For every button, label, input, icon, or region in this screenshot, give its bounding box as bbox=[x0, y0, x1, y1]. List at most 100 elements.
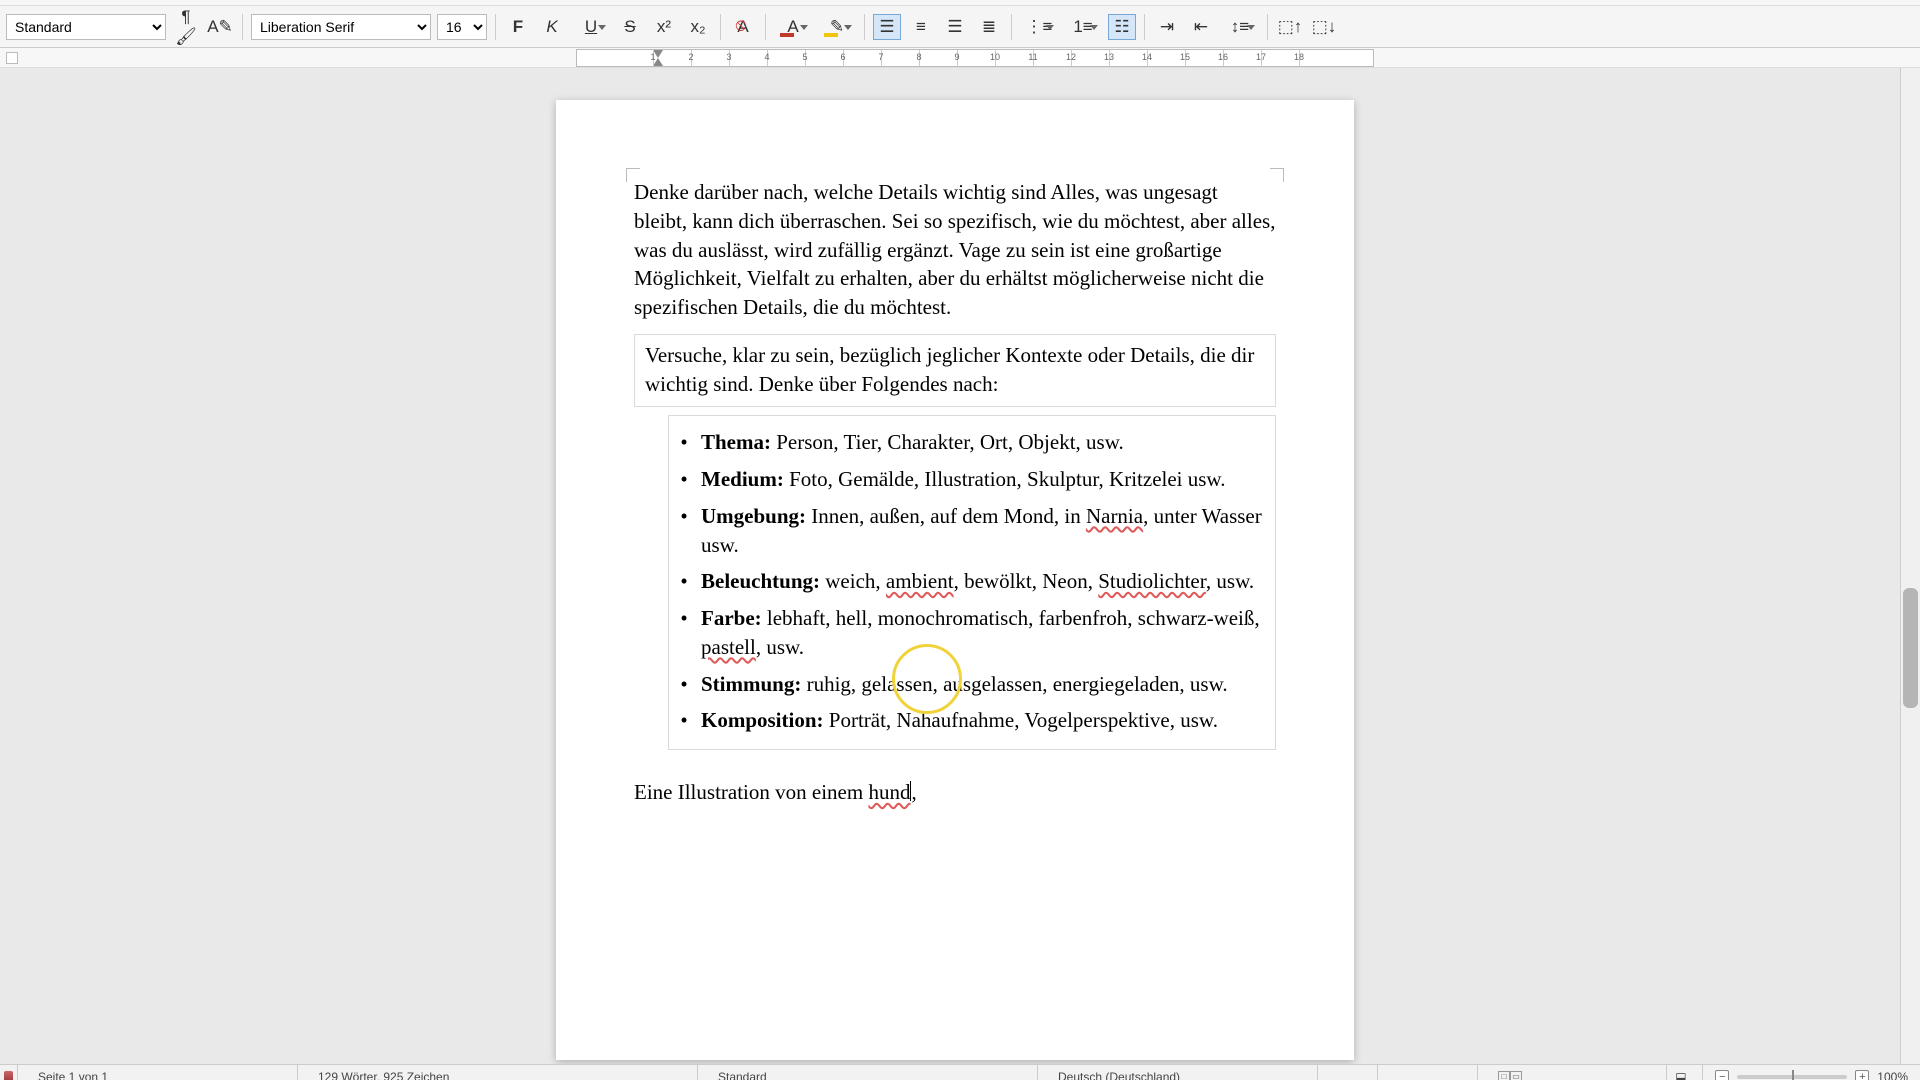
scrollbar-thumb[interactable] bbox=[1903, 588, 1918, 708]
list-item-text[interactable]: Beleuchtung: weich, ambient, bewölkt, Ne… bbox=[701, 567, 1265, 596]
status-selection-mode[interactable] bbox=[1378, 1065, 1478, 1080]
separator bbox=[765, 14, 766, 40]
font-color-button[interactable]: A bbox=[774, 14, 812, 40]
example-post: , bbox=[911, 780, 916, 804]
status-language[interactable]: Deutsch (Deutschland) bbox=[1038, 1065, 1318, 1080]
list-item[interactable]: • Medium: Foto, Gemälde, Illustration, Sk… bbox=[679, 461, 1265, 498]
list-item[interactable]: • Beleuchtung: weich, ambient, bewölkt, N… bbox=[679, 563, 1265, 600]
list-item[interactable]: •Umgebung: Innen, außen, auf dem Mond, i… bbox=[679, 498, 1265, 564]
zoom-out-button[interactable]: − bbox=[1715, 1070, 1729, 1080]
status-insert-mode[interactable] bbox=[1318, 1065, 1378, 1080]
workspace: Denke darüber nach, welche Details wicht… bbox=[0, 68, 1920, 1064]
list-item-label: Thema: bbox=[701, 430, 771, 454]
align-center-button[interactable]: ≡ bbox=[907, 14, 935, 40]
separator bbox=[242, 14, 243, 40]
ruler-label: 6 bbox=[840, 52, 845, 62]
list-item[interactable]: •Farbe: lebhaft, hell, monochromatisch, … bbox=[679, 600, 1265, 666]
zoom-in-button[interactable]: + bbox=[1855, 1070, 1869, 1080]
formatting-toolbar: Standard ¶🖌 A✎ Liberation Serif 16 pt F … bbox=[0, 6, 1920, 48]
increase-para-space-button[interactable]: ⬚↑ bbox=[1276, 14, 1304, 40]
boxed-paragraph[interactable]: Versuche, klar zu sein, bezüglich jeglic… bbox=[634, 334, 1276, 408]
bullet-icon: • bbox=[679, 567, 689, 596]
separator bbox=[720, 14, 721, 40]
ruler-label: 4 bbox=[764, 52, 769, 62]
line-spacing-button[interactable]: ↕≡ bbox=[1221, 14, 1259, 40]
list-item[interactable]: • Stimmung: ruhig, gelassen, ausgelassen,… bbox=[679, 666, 1265, 703]
list-item-label: Farbe: bbox=[701, 606, 762, 630]
increase-indent-button[interactable]: ⇥ bbox=[1153, 14, 1181, 40]
bullet-icon: • bbox=[679, 670, 689, 699]
list-item-text[interactable]: Stimmung: ruhig, gelassen, ausgelassen, … bbox=[701, 670, 1265, 699]
bullet-list-button[interactable]: ⋮≡ bbox=[1020, 14, 1058, 40]
ruler-label: 13 bbox=[1104, 52, 1114, 62]
corner-ruler-icon bbox=[6, 52, 18, 64]
strikethrough-button[interactable]: S bbox=[616, 14, 644, 40]
align-left-button[interactable]: ☰ bbox=[873, 14, 901, 40]
update-style-icon[interactable]: ¶🖌 bbox=[172, 14, 200, 40]
list-item-label: Umgebung: bbox=[701, 504, 806, 528]
superscript-button[interactable]: x² bbox=[650, 14, 678, 40]
separator bbox=[864, 14, 865, 40]
bold-button[interactable]: F bbox=[504, 14, 532, 40]
decrease-para-space-button[interactable]: ⬚↓ bbox=[1310, 14, 1338, 40]
list-item[interactable]: • Komposition: Porträt, Nahaufnahme, Voge… bbox=[679, 702, 1265, 739]
separator bbox=[1267, 14, 1268, 40]
document-body[interactable]: Denke darüber nach, welche Details wicht… bbox=[634, 178, 1276, 807]
ruler-label: 16 bbox=[1218, 52, 1228, 62]
status-style[interactable]: Standard bbox=[698, 1065, 1038, 1080]
ruler-label: 17 bbox=[1256, 52, 1266, 62]
align-right-button[interactable]: ☰ bbox=[941, 14, 969, 40]
underline-button[interactable]: U bbox=[572, 14, 610, 40]
spellcheck-word[interactable]: Narnia bbox=[1086, 504, 1143, 528]
zoom-slider-thumb[interactable] bbox=[1792, 1070, 1794, 1080]
italic-button[interactable]: K bbox=[538, 14, 566, 40]
list-item[interactable]: •Thema: Person, Tier, Charakter, Ort, Ob… bbox=[679, 424, 1265, 461]
spellcheck-word[interactable]: ambient bbox=[886, 569, 954, 593]
highlight-color-button[interactable]: ✎ bbox=[818, 14, 856, 40]
zoom-slider[interactable] bbox=[1737, 1075, 1847, 1079]
font-name-select[interactable]: Liberation Serif bbox=[251, 14, 431, 40]
ruler-label: 5 bbox=[802, 52, 807, 62]
vertical-scrollbar[interactable] bbox=[1900, 68, 1920, 1064]
ruler-label: 2 bbox=[688, 52, 693, 62]
highlight-swatch bbox=[824, 33, 838, 37]
bullet-icon: • bbox=[679, 465, 689, 494]
document-page[interactable]: Denke darüber nach, welche Details wicht… bbox=[556, 100, 1354, 1060]
save-indicator-icon bbox=[4, 1071, 13, 1080]
ruler-label: 11 bbox=[1028, 52, 1037, 62]
list-item-text[interactable]: Komposition: Porträt, Nahaufnahme, Vogel… bbox=[701, 706, 1265, 735]
zoom-controls: − + 100% bbox=[1703, 1070, 1920, 1080]
zoom-value[interactable]: 100% bbox=[1877, 1070, 1908, 1080]
bullet-icon: • bbox=[679, 706, 689, 735]
status-wordcount[interactable]: 129 Wörter, 925 Zeichen bbox=[298, 1065, 698, 1080]
bullet-icon: • bbox=[679, 502, 689, 560]
list-item-label: Komposition: bbox=[701, 708, 824, 732]
clear-formatting-button[interactable]: A⦸ bbox=[729, 14, 757, 40]
status-page[interactable]: Seite 1 von 1 bbox=[18, 1065, 298, 1080]
separator bbox=[1144, 14, 1145, 40]
number-list-button[interactable]: 1≡ bbox=[1064, 14, 1102, 40]
list-item-text[interactable]: Umgebung: Innen, außen, auf dem Mond, in… bbox=[701, 502, 1265, 560]
bulleted-list-box[interactable]: • Thema: Person, Tier, Charakter, Ort, Ob… bbox=[668, 415, 1276, 750]
spellcheck-word-hund[interactable]: hund bbox=[868, 780, 910, 804]
new-style-icon[interactable]: A✎ bbox=[206, 14, 234, 40]
decrease-indent-button[interactable]: ⇤ bbox=[1187, 14, 1215, 40]
paragraph-intro[interactable]: Denke darüber nach, welche Details wicht… bbox=[634, 178, 1276, 322]
view-layout-icon[interactable]: ⬓ bbox=[1667, 1065, 1703, 1080]
horizontal-ruler[interactable]: 123456789101112131415161718 bbox=[576, 49, 1374, 67]
subscript-button[interactable]: x₂ bbox=[684, 14, 712, 40]
paragraph-style-select[interactable]: Standard bbox=[6, 14, 166, 40]
spellcheck-word[interactable]: pastell bbox=[701, 635, 756, 659]
list-item-text[interactable]: Medium: Foto, Gemälde, Illustration, Sku… bbox=[701, 465, 1265, 494]
ruler-label: 12 bbox=[1066, 52, 1076, 62]
ruler-row: 123456789101112131415161718 bbox=[0, 48, 1920, 68]
example-pre: Eine Illustration von einem bbox=[634, 780, 868, 804]
example-line[interactable]: Eine Illustration von einem hund, bbox=[634, 778, 1276, 807]
outline-list-button[interactable]: ☷ bbox=[1108, 14, 1136, 40]
list-item-text[interactable]: Thema: Person, Tier, Charakter, Ort, Obj… bbox=[701, 428, 1265, 457]
align-justify-button[interactable]: ≣ bbox=[975, 14, 1003, 40]
list-item-text[interactable]: Farbe: lebhaft, hell, monochromatisch, f… bbox=[701, 604, 1265, 662]
font-size-select[interactable]: 16 pt bbox=[437, 14, 487, 40]
spellcheck-word[interactable]: Studiolichter bbox=[1098, 569, 1206, 593]
status-signature[interactable]: □▭ bbox=[1478, 1065, 1667, 1080]
